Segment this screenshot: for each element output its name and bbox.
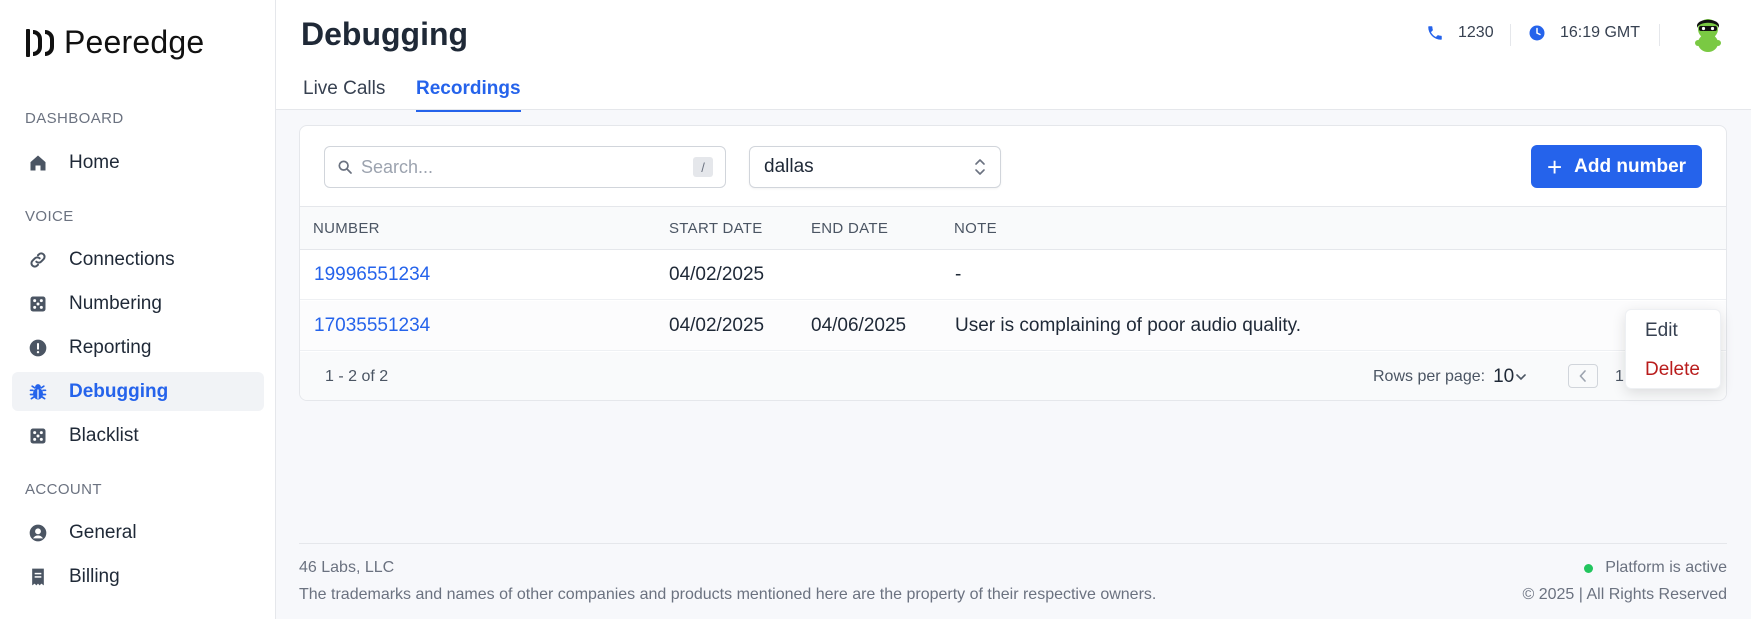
recordings-card: / dallas + Add number NUMBER START DATE … (299, 125, 1727, 401)
platform-status-text: Platform is active (1605, 559, 1727, 576)
location-select-value: dallas (764, 156, 814, 177)
sidebar-item-connections[interactable]: Connections (12, 240, 264, 279)
row-number-link[interactable]: 17035551234 (314, 301, 430, 351)
search-shortcut-hint: / (693, 157, 713, 177)
row-start-date: 04/02/2025 (669, 264, 765, 285)
sidebar: Peeredge DASHBOARD Home VOICE Connection… (0, 0, 276, 619)
row-note: - (955, 264, 962, 285)
section-account: ACCOUNT (25, 481, 102, 498)
footer-copyright: © 2025 | All Rights Reserved (1522, 586, 1728, 603)
menu-item-edit[interactable]: Edit (1645, 320, 1678, 342)
divider (1510, 24, 1511, 46)
column-header-note[interactable]: NOTE (954, 207, 997, 251)
add-number-label: Add number (1574, 155, 1687, 177)
platform-status: Platform is active (1584, 559, 1727, 577)
row-start-date: 04/02/2025 (669, 315, 765, 336)
pagination-range: 1 - 2 of 2 (325, 368, 389, 385)
sidebar-item-debugging[interactable]: Debugging (12, 372, 264, 411)
table-row[interactable]: 17035551234 04/02/2025 04/06/2025 User i… (300, 301, 1726, 351)
location-select[interactable]: dallas (749, 146, 1001, 188)
rows-per-page-label: Rows per page: (1373, 368, 1486, 385)
search-input[interactable] (361, 156, 693, 178)
footer-company: 46 Labs, LLC (299, 559, 395, 576)
logo-mark-icon (26, 28, 54, 57)
sidebar-item-label: Blacklist (69, 424, 139, 446)
sidebar-item-reporting[interactable]: Reporting (12, 328, 264, 367)
footer-legal: The trademarks and names of other compan… (299, 586, 1157, 603)
rows-per-page[interactable]: Rows per page: 10 (1373, 366, 1527, 388)
prev-page-button[interactable] (1568, 364, 1598, 388)
receipt-icon (27, 566, 49, 588)
chevron-down-icon (1516, 373, 1527, 381)
divider (1659, 24, 1660, 46)
calls-count-value: 1230 (1458, 24, 1494, 41)
status-dot-icon (1584, 563, 1594, 573)
sidebar-item-label: Billing (69, 565, 120, 587)
search-box[interactable]: / (324, 146, 726, 188)
calls-count: 1230 (1426, 24, 1494, 42)
search-icon (337, 159, 353, 175)
clock-time-value: 16:19 GMT (1560, 24, 1641, 41)
page-title: Debugging (301, 16, 469, 52)
tab-live-calls[interactable]: Live Calls (303, 78, 385, 110)
table-pagination: 1 - 2 of 2 Rows per page: 10 1 (300, 352, 1726, 400)
sidebar-item-blacklist[interactable]: Blacklist (12, 416, 264, 455)
column-header-number[interactable]: NUMBER (313, 207, 380, 251)
menu-item-delete[interactable]: Delete (1645, 359, 1700, 381)
brand-logo[interactable]: Peeredge (26, 24, 204, 61)
clock-icon (1528, 24, 1546, 42)
row-number-link[interactable]: 19996551234 (314, 250, 430, 300)
chevron-left-icon (1579, 370, 1587, 382)
sidebar-item-general[interactable]: General (12, 513, 264, 552)
table-header: NUMBER START DATE END DATE NOTE (300, 206, 1726, 250)
row-end-date: 04/06/2025 (811, 315, 907, 336)
add-number-button[interactable]: + Add number (1531, 145, 1702, 188)
alert-circle-icon (27, 337, 49, 359)
rows-per-page-value[interactable]: 10 (1493, 366, 1514, 388)
brand-name: Peeredge (64, 24, 205, 60)
link-icon (27, 249, 49, 271)
section-dashboard: DASHBOARD (25, 110, 124, 127)
avatar[interactable] (1689, 16, 1727, 54)
column-header-end-date[interactable]: END DATE (811, 207, 888, 251)
dice-icon (27, 425, 49, 447)
column-header-start-date[interactable]: START DATE (669, 207, 763, 251)
phone-icon (1426, 24, 1444, 42)
top-header: Debugging Live Calls Recordings 1230 16:… (276, 0, 1751, 112)
bug-icon (27, 381, 49, 403)
sidebar-item-numbering[interactable]: Numbering (12, 284, 264, 323)
user-circle-icon (27, 522, 49, 544)
sidebar-item-home[interactable]: Home (12, 143, 264, 182)
sidebar-item-label: Numbering (69, 292, 162, 314)
dice-icon (27, 293, 49, 315)
page-footer: 46 Labs, LLC The trademarks and names of… (299, 543, 1727, 603)
current-page: 1 (1615, 368, 1624, 385)
home-icon (27, 152, 49, 174)
row-note: User is complaining of poor audio qualit… (955, 315, 1302, 336)
sidebar-item-label: Home (69, 151, 120, 173)
row-actions-menu: Edit Delete (1625, 309, 1721, 389)
plus-icon: + (1546, 151, 1563, 182)
sidebar-item-label: Reporting (69, 336, 152, 358)
clock-time: 16:19 GMT (1528, 24, 1640, 42)
sidebar-item-label: Connections (69, 248, 175, 270)
tab-recordings[interactable]: Recordings (416, 78, 521, 112)
section-voice: VOICE (25, 208, 74, 225)
table-row[interactable]: 19996551234 04/02/2025 - (300, 250, 1726, 300)
sidebar-item-billing[interactable]: Billing (12, 557, 264, 596)
chevron-up-down-icon (974, 158, 986, 176)
sidebar-item-label: General (69, 521, 137, 543)
sidebar-item-label: Debugging (69, 380, 169, 402)
